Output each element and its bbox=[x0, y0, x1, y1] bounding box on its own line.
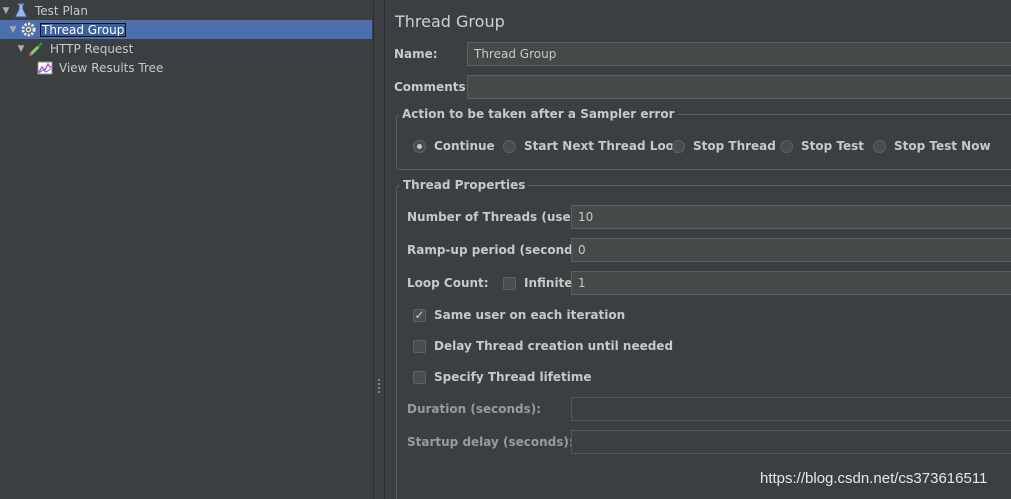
expand-arrow-icon[interactable]: ▼ bbox=[0, 5, 12, 17]
loop-count-label: Loop Count: bbox=[407, 276, 489, 290]
tree-item-thread-group[interactable]: ▼ Thread Group bbox=[0, 20, 372, 39]
tree-item-test-plan[interactable]: ▼ Test Plan bbox=[0, 1, 90, 20]
flask-icon bbox=[12, 2, 30, 20]
checkbox-unchecked-icon bbox=[503, 276, 516, 290]
expand-arrow-icon[interactable]: ▼ bbox=[15, 43, 27, 55]
duration-label: Duration (seconds): bbox=[407, 402, 542, 416]
radio-stop-test-now[interactable]: Stop Test Now bbox=[873, 139, 991, 153]
drag-handle-icon[interactable] bbox=[377, 378, 381, 394]
checkbox-unchecked-icon bbox=[413, 339, 426, 353]
radio-unselected-icon bbox=[873, 139, 886, 153]
startup-delay-input[interactable] bbox=[571, 430, 1011, 454]
infinite-checkbox[interactable]: Infinite bbox=[503, 276, 572, 290]
split-pane-divider[interactable] bbox=[373, 0, 385, 499]
duration-input[interactable] bbox=[571, 397, 1011, 421]
tree-item-label: View Results Tree bbox=[59, 60, 164, 75]
tree-item-view-results-tree[interactable]: View Results Tree bbox=[36, 58, 165, 77]
radio-start-next-thread-loop[interactable]: Start Next Thread Loop bbox=[503, 139, 683, 153]
watermark: https://blog.csdn.net/cs373616511 bbox=[760, 470, 988, 487]
radio-unselected-icon bbox=[672, 139, 685, 153]
radio-unselected-icon bbox=[503, 139, 516, 153]
comments-label: Comments: bbox=[394, 80, 471, 94]
radio-stop-test[interactable]: Stop Test bbox=[780, 139, 864, 153]
comments-input[interactable] bbox=[467, 75, 1011, 99]
threads-label: Number of Threads (users): bbox=[407, 210, 595, 224]
name-input[interactable]: Thread Group bbox=[467, 42, 1011, 66]
startup-delay-label: Startup delay (seconds): bbox=[407, 435, 574, 449]
checkbox-checked-icon: ✓ bbox=[413, 308, 426, 322]
radio-continue[interactable]: Continue bbox=[413, 139, 495, 153]
gear-icon bbox=[19, 21, 37, 39]
same-user-checkbox[interactable]: ✓ Same user on each iteration bbox=[413, 308, 625, 322]
expand-arrow-icon[interactable]: ▼ bbox=[7, 24, 19, 36]
page-title: Thread Group bbox=[395, 12, 505, 31]
sampler-error-title: Action to be taken after a Sampler error bbox=[399, 107, 678, 121]
rampup-label: Ramp-up period (seconds): bbox=[407, 243, 591, 257]
thread-properties-title: Thread Properties bbox=[400, 178, 529, 192]
radio-selected-icon bbox=[413, 139, 426, 153]
pipette-icon bbox=[27, 40, 45, 58]
test-plan-tree: ▼ Test Plan ▼ Thread Group ▼ HTTP Reques… bbox=[0, 0, 373, 499]
checkbox-unchecked-icon bbox=[413, 370, 426, 384]
thread-group-panel: Thread Group Name: Thread Group Comments… bbox=[385, 0, 1011, 499]
name-label: Name: bbox=[394, 47, 438, 61]
radio-unselected-icon bbox=[780, 139, 793, 153]
radio-stop-thread[interactable]: Stop Thread bbox=[672, 139, 776, 153]
tree-item-label: Test Plan bbox=[35, 3, 88, 18]
threads-input[interactable]: 10 bbox=[571, 205, 1011, 229]
tree-item-label: Thread Group bbox=[40, 22, 127, 37]
delay-thread-creation-checkbox[interactable]: Delay Thread creation until needed bbox=[413, 339, 673, 353]
tree-item-label: HTTP Request bbox=[50, 41, 134, 56]
chart-icon bbox=[36, 59, 54, 77]
specify-thread-lifetime-checkbox[interactable]: Specify Thread lifetime bbox=[413, 370, 592, 384]
loop-count-input[interactable]: 1 bbox=[571, 271, 1011, 295]
rampup-input[interactable]: 0 bbox=[571, 238, 1011, 262]
tree-item-http-request[interactable]: ▼ HTTP Request bbox=[15, 39, 135, 58]
